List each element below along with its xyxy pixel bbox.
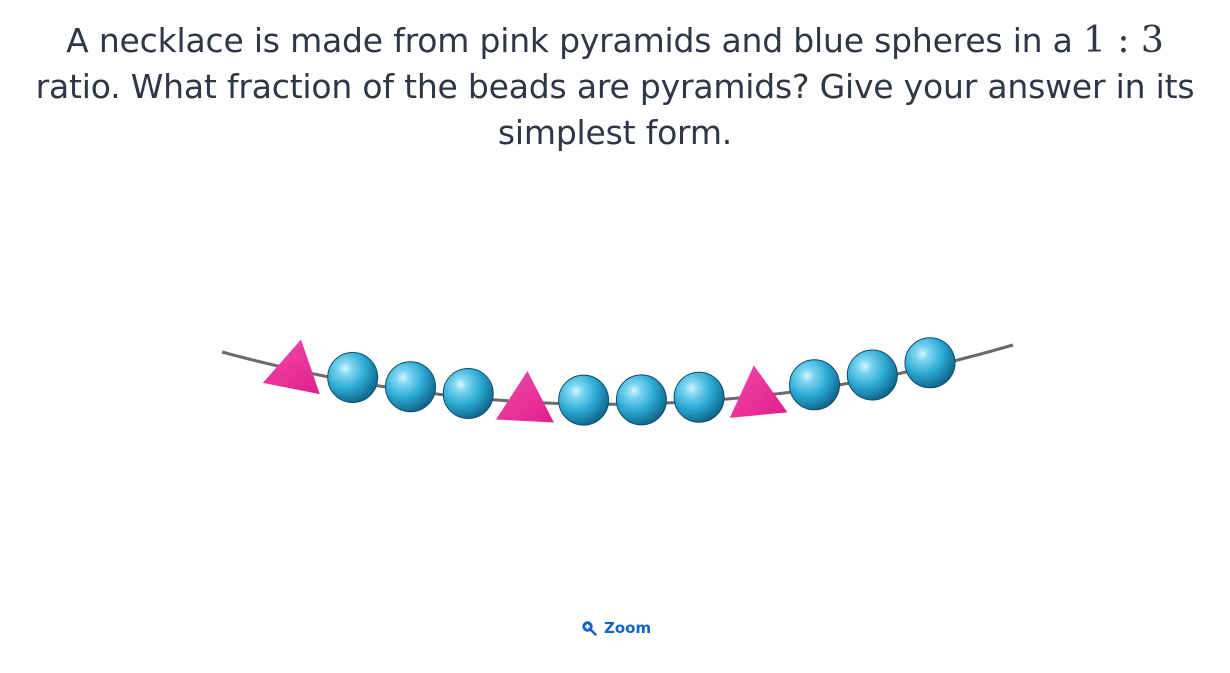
question-text: A necklace is made from pink pyramids an… — [0, 18, 1230, 156]
pyramid-bead — [262, 339, 320, 395]
question-text-after: ratio. What fraction of the beads are py… — [35, 67, 1195, 152]
ratio-value: 1 : 3 — [1083, 20, 1164, 61]
pyramid-bead — [729, 365, 788, 418]
zoom-button[interactable]: Zoom — [581, 617, 651, 639]
zoom-label: Zoom — [604, 619, 652, 637]
sphere-bead — [673, 371, 725, 423]
sphere-bead — [327, 352, 379, 403]
sphere-bead — [385, 361, 436, 413]
sphere-bead — [904, 337, 956, 389]
sphere-bead — [442, 368, 494, 419]
sphere-bead — [789, 359, 840, 411]
zoom-in-icon — [581, 620, 597, 636]
necklace-string — [221, 343, 1014, 406]
beads-layer — [262, 337, 956, 426]
question-text-before: A necklace is made from pink pyramids an… — [66, 21, 1073, 60]
sphere-bead — [558, 374, 610, 426]
pyramid-bead — [495, 371, 554, 423]
sphere-bead — [615, 374, 667, 426]
sphere-bead — [846, 349, 898, 401]
